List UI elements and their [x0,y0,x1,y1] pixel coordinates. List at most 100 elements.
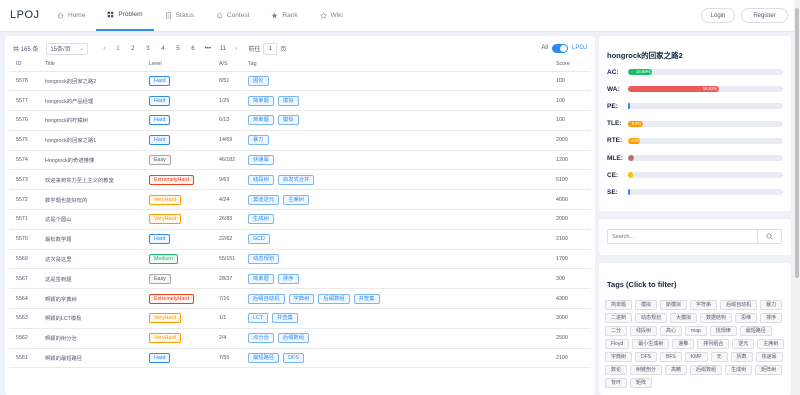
nav-item-problem[interactable]: Problem [96,0,154,31]
problem-title[interactable]: 最松数学题 [38,229,142,250]
lpoj-toggle[interactable] [551,43,568,53]
filter-tag[interactable]: 线段树 [630,326,658,336]
problem-tag[interactable]: 线段树 [248,174,274,185]
table-row[interactable]: 5569 这次是这里 Medium 55/151 动态规划 1700 [9,249,591,270]
problem-title[interactable]: Hongrock的奇迹懂懂 [38,150,142,171]
problem-tag[interactable]: 字典树 [288,293,315,304]
filter-tag[interactable]: 简单题 [605,300,633,310]
filter-tag[interactable]: BFS [660,352,682,362]
filter-tag[interactable]: 矩阵树 [755,365,783,375]
filter-tag[interactable]: 二进制 [605,313,633,323]
table-row[interactable]: 5570 最松数学题 Hard 22/62 GCD 2100 [9,229,591,250]
search-button[interactable] [757,230,781,243]
filter-tag[interactable]: 高精 [665,365,688,375]
nav-item-home[interactable]: Home [46,0,96,31]
nav-item-wiki[interactable]: Wiki [309,0,354,31]
problem-title[interactable]: 啊颖的LCT模板 [38,308,142,329]
filter-tag[interactable]: 矩阵 [630,378,653,388]
filter-tag[interactable]: 高心 [660,326,683,336]
table-row[interactable]: 5571 这是个圆山 VeryHard 26/83 生成树 2000 [9,209,591,230]
problem-tag[interactable]: 莫迪逆元 [248,194,280,205]
table-row[interactable]: 5575 hongrock的回家之路1 Hard 14/69 暴力 2000 [9,130,591,151]
search-input[interactable] [608,230,758,243]
filter-tag[interactable]: Floyd [605,339,630,349]
problem-tag[interactable]: 并查集 [353,293,380,304]
nav-item-status[interactable]: Status [154,0,205,31]
problem-tag[interactable]: 启发式合并 [277,174,315,185]
problem-title[interactable]: 欢迎来到实力至上主义的教室 [38,169,142,191]
page-11[interactable]: 11 [215,46,230,52]
table-row[interactable]: 5567 这是签到题 Easy 28/37 简单题 排序 300 [9,268,591,290]
filter-tag[interactable]: map [685,326,707,336]
page-3[interactable]: 3 [140,46,155,52]
problem-tag[interactable]: 并查集 [272,313,298,324]
table-row[interactable]: 5578 hongrock的回家之路2 Hard 8/51 图论 100 [9,71,591,92]
problem-tag[interactable]: 简单题 [248,95,274,106]
problem-title[interactable]: 啊颖的最短路径 [38,348,142,369]
register-button[interactable]: Register [741,8,788,23]
filter-tag[interactable]: 暴力 [760,300,783,310]
filter-tag[interactable]: 树链剖分 [630,365,663,375]
filter-tag[interactable]: 大模拟 [670,313,698,323]
filter-tag[interactable]: 字典树 [605,352,633,362]
table-row[interactable]: 5564 啊颖的字典树 ExtremelyHard 7/16 后缀自动机 字典树 后缀数组并… [9,288,591,310]
problem-title[interactable]: 这次是这里 [38,249,142,270]
nav-item-contest[interactable]: Contest [205,0,260,31]
page-1[interactable]: 1 [110,46,125,52]
goto-page-input[interactable]: 1 [263,42,278,55]
table-row[interactable]: 5573 欢迎来到实力至上主义的教室 ExtremelyHard 9/63 线段树 启发式… [9,169,591,191]
filter-tag[interactable]: KMP [684,352,708,362]
filter-tag[interactable]: 递推 [672,339,695,349]
problem-tag[interactable]: 动态规划 [248,254,280,265]
filter-tag[interactable]: DFS [635,352,658,362]
problem-tag[interactable]: 图论 [248,75,269,86]
page-4[interactable]: 4 [155,46,170,52]
filter-tag[interactable]: 最小生成树 [632,339,670,349]
filter-tag[interactable]: 找规律 [709,326,737,336]
problem-title[interactable]: 啊颖的字典树 [38,288,142,310]
filter-tag[interactable]: 最短路径 [739,326,772,336]
page-2[interactable]: 2 [125,46,140,52]
problem-tag[interactable]: 模拟 [277,95,299,106]
table-row[interactable]: 5576 hongrock的柠檬树 Hard 6/13 简单题 模拟 100 [9,110,591,131]
page-size-select[interactable]: 15条/页 ⌄ [46,42,89,55]
problem-title[interactable]: hongrock的回家之路1 [38,130,142,151]
problem-tag[interactable]: GCD [248,234,270,245]
filter-tag[interactable]: 后缀自动机 [720,300,758,310]
filter-tag[interactable]: 后缀数组 [690,365,723,375]
filter-tag[interactable]: 二分 [605,326,628,336]
login-button[interactable]: Login [701,8,735,23]
filter-tag[interactable]: 拆数 [730,352,753,362]
problem-tag[interactable]: 主席树 [283,194,310,205]
col-level[interactable]: Level [142,58,212,72]
problem-tag[interactable]: 简单题 [248,115,274,126]
problem-title[interactable]: 数学题也能好玩的 [38,189,142,211]
page-5[interactable]: 5 [170,46,185,52]
filter-tag[interactable]: 动态规划 [635,313,668,323]
nav-item-rank[interactable]: Rank [260,0,308,31]
filter-tag[interactable]: 无 [710,352,728,362]
filter-tag[interactable]: 生成树 [725,365,753,375]
filter-tag[interactable]: 背环 [605,378,628,388]
filter-tag[interactable]: 数据结构 [700,313,733,323]
problem-tag[interactable]: 简单题 [248,273,274,284]
problem-title[interactable]: hongrock的产品经理 [38,90,142,112]
filter-tag[interactable]: 斯模拟 [660,300,688,310]
next-page-button[interactable]: › [230,46,242,52]
problem-tag[interactable]: 模拟 [277,115,299,126]
problem-title[interactable]: hongrock的柠檬树 [38,110,142,131]
filter-tag[interactable]: 逆元 [732,339,755,349]
col-id[interactable]: ID [9,58,38,72]
problem-tag[interactable]: 暴力 [248,135,269,146]
problem-tag[interactable]: 后缀数组 [318,293,350,304]
problem-title[interactable]: 这是签到题 [38,268,142,290]
col-ac[interactable]: A/S [212,58,241,72]
problem-title[interactable]: hongrock的回家之路2 [38,71,142,92]
filter-tag[interactable]: 排序 [760,313,783,323]
problem-tag[interactable]: 生成树 [248,214,274,225]
filter-tag[interactable]: 排列组合 [697,339,730,349]
scrollbar-thumb[interactable] [795,8,799,278]
filter-tag[interactable]: 快速幂 [755,352,783,362]
table-row[interactable]: 5563 啊颖的LCT模板 VeryHard 1/1 LCT 并查集 3000 [9,308,591,329]
col-score[interactable]: Score [549,58,591,72]
